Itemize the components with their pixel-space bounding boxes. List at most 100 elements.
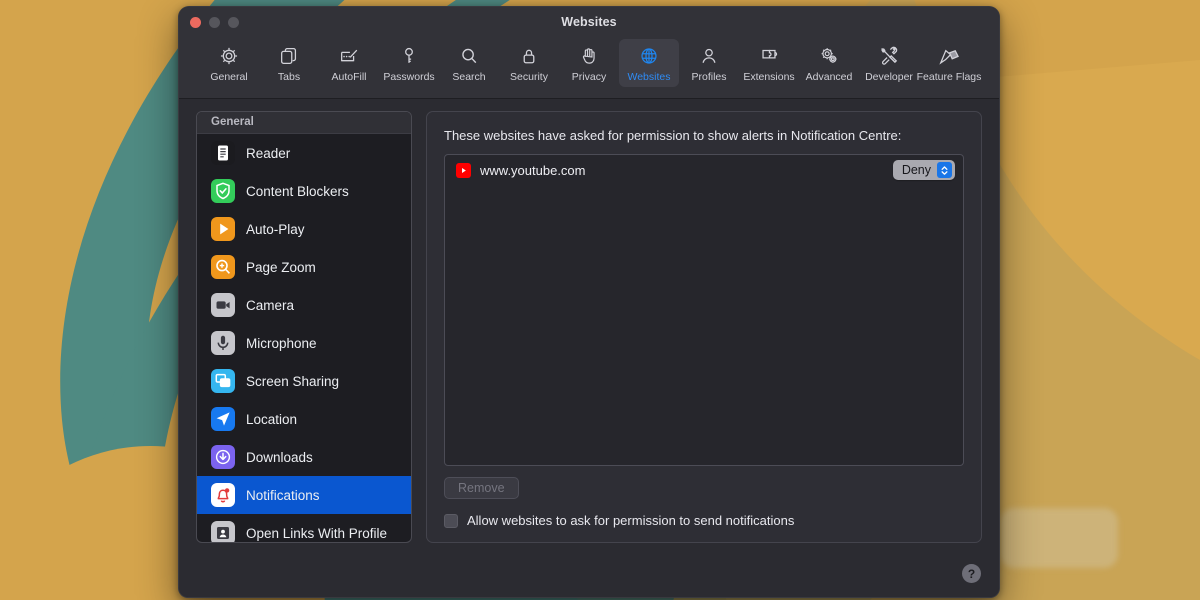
tab-security[interactable]: Security: [499, 39, 559, 87]
sidebar-list: Reader Content Blockers: [197, 134, 411, 542]
tab-feature-flags-label: Feature Flags: [917, 71, 982, 83]
sidebar-item-open-links-with-profile-label: Open Links With Profile: [246, 526, 387, 541]
remove-button-row: Remove: [444, 477, 964, 499]
gears-icon: [818, 44, 840, 68]
tab-extensions-label: Extensions: [743, 71, 794, 83]
sidebar-item-camera-label: Camera: [246, 298, 294, 313]
allow-ask-permission-row[interactable]: Allow websites to ask for permission to …: [444, 513, 964, 528]
sidebar-item-location-label: Location: [246, 412, 297, 427]
allow-ask-permission-label: Allow websites to ask for permission to …: [467, 513, 794, 528]
allow-ask-permission-checkbox[interactable]: [444, 514, 458, 528]
shield-check-icon: [211, 179, 235, 203]
hand-icon: [578, 44, 600, 68]
tab-feature-flags[interactable]: Feature Flags: [919, 39, 979, 87]
tabs-icon: [278, 44, 300, 68]
sidebar-item-notifications-label: Notifications: [246, 488, 320, 503]
close-button[interactable]: [190, 17, 201, 28]
location-arrow-icon: [211, 407, 235, 431]
notifications-panel: These websites have asked for permission…: [426, 111, 982, 543]
settings-body: General Reader: [179, 99, 999, 598]
tab-privacy-label: Privacy: [572, 71, 606, 83]
tab-general[interactable]: General: [199, 39, 259, 87]
settings-toolbar: General Tabs: [179, 37, 999, 99]
tab-tabs[interactable]: Tabs: [259, 39, 319, 87]
tab-advanced[interactable]: Advanced: [799, 39, 859, 87]
tab-privacy[interactable]: Privacy: [559, 39, 619, 87]
tab-developer-label: Developer: [865, 71, 913, 83]
person-icon: [698, 44, 720, 68]
sidebar-item-microphone[interactable]: Microphone: [197, 324, 411, 362]
tab-passwords-label: Passwords: [383, 71, 434, 83]
safari-settings-window: Websites General: [178, 6, 1000, 598]
key-icon: [398, 44, 420, 68]
sidebar-item-page-zoom-label: Page Zoom: [246, 260, 316, 275]
websites-sidebar: General Reader: [196, 111, 412, 543]
magnifier-icon: [458, 44, 480, 68]
window-title: Websites: [179, 15, 999, 29]
sidebar-section-header: General: [197, 112, 411, 134]
sidebar-item-auto-play[interactable]: Auto-Play: [197, 210, 411, 248]
sidebar-item-notifications[interactable]: Notifications: [197, 476, 411, 514]
background-dock-blur: [1000, 508, 1118, 568]
screen-sharing-icon: [211, 369, 235, 393]
tab-general-label: General: [210, 71, 247, 83]
desktop: Websites General: [0, 0, 1200, 600]
tab-profiles-label: Profiles: [691, 71, 726, 83]
gear-icon: [218, 44, 240, 68]
tab-tabs-label: Tabs: [278, 71, 300, 83]
tab-autofill[interactable]: AutoFill: [319, 39, 379, 87]
tab-security-label: Security: [510, 71, 548, 83]
sidebar-item-microphone-label: Microphone: [246, 336, 317, 351]
help-button[interactable]: ?: [962, 564, 981, 583]
tab-extensions[interactable]: Extensions: [739, 39, 799, 87]
sidebar-item-location[interactable]: Location: [197, 400, 411, 438]
download-icon: [211, 445, 235, 469]
sidebar-item-downloads-label: Downloads: [246, 450, 313, 465]
permission-popup-button[interactable]: Deny: [893, 160, 955, 180]
youtube-icon: [456, 163, 471, 178]
tab-search[interactable]: Search: [439, 39, 499, 87]
site-list-row[interactable]: www.youtube.com Deny: [445, 155, 963, 185]
sidebar-item-auto-play-label: Auto-Play: [246, 222, 305, 237]
tab-websites[interactable]: Websites: [619, 39, 679, 87]
sidebar-item-open-links-with-profile[interactable]: Open Links With Profile: [197, 514, 411, 542]
site-permission-list[interactable]: www.youtube.com Deny: [444, 154, 964, 466]
sidebar-item-content-blockers[interactable]: Content Blockers: [197, 172, 411, 210]
chevron-up-down-icon: [937, 162, 952, 178]
play-icon: [211, 217, 235, 241]
flags-icon: [937, 44, 961, 68]
autofill-icon: [338, 44, 360, 68]
puzzle-icon: [758, 44, 780, 68]
reader-icon: [211, 141, 235, 165]
tab-autofill-label: AutoFill: [331, 71, 366, 83]
tab-search-label: Search: [452, 71, 485, 83]
traffic-lights: [190, 17, 239, 28]
zoom-button[interactable]: [228, 17, 239, 28]
sidebar-item-downloads[interactable]: Downloads: [197, 438, 411, 476]
remove-button[interactable]: Remove: [444, 477, 519, 499]
sidebar-item-reader-label: Reader: [246, 146, 290, 161]
profile-card-icon: [211, 521, 235, 542]
sidebar-item-page-zoom[interactable]: Page Zoom: [197, 248, 411, 286]
bell-icon: [211, 483, 235, 507]
panel-description: These websites have asked for permission…: [444, 128, 964, 143]
sidebar-item-screen-sharing[interactable]: Screen Sharing: [197, 362, 411, 400]
sidebar-item-screen-sharing-label: Screen Sharing: [246, 374, 339, 389]
tab-profiles[interactable]: Profiles: [679, 39, 739, 87]
minimize-button[interactable]: [209, 17, 220, 28]
lock-icon: [518, 44, 540, 68]
globe-icon: [638, 44, 660, 68]
sidebar-item-reader[interactable]: Reader: [197, 134, 411, 172]
tab-passwords[interactable]: Passwords: [379, 39, 439, 87]
camera-icon: [211, 293, 235, 317]
permission-popup-value: Deny: [902, 163, 931, 177]
tab-advanced-label: Advanced: [806, 71, 853, 83]
tab-websites-label: Websites: [628, 71, 671, 83]
tab-developer[interactable]: Developer: [859, 39, 919, 87]
sidebar-item-camera[interactable]: Camera: [197, 286, 411, 324]
zoom-magnifier-icon: [211, 255, 235, 279]
site-name: www.youtube.com: [480, 163, 884, 178]
microphone-icon: [211, 331, 235, 355]
sidebar-item-content-blockers-label: Content Blockers: [246, 184, 349, 199]
titlebar: Websites: [179, 7, 999, 37]
